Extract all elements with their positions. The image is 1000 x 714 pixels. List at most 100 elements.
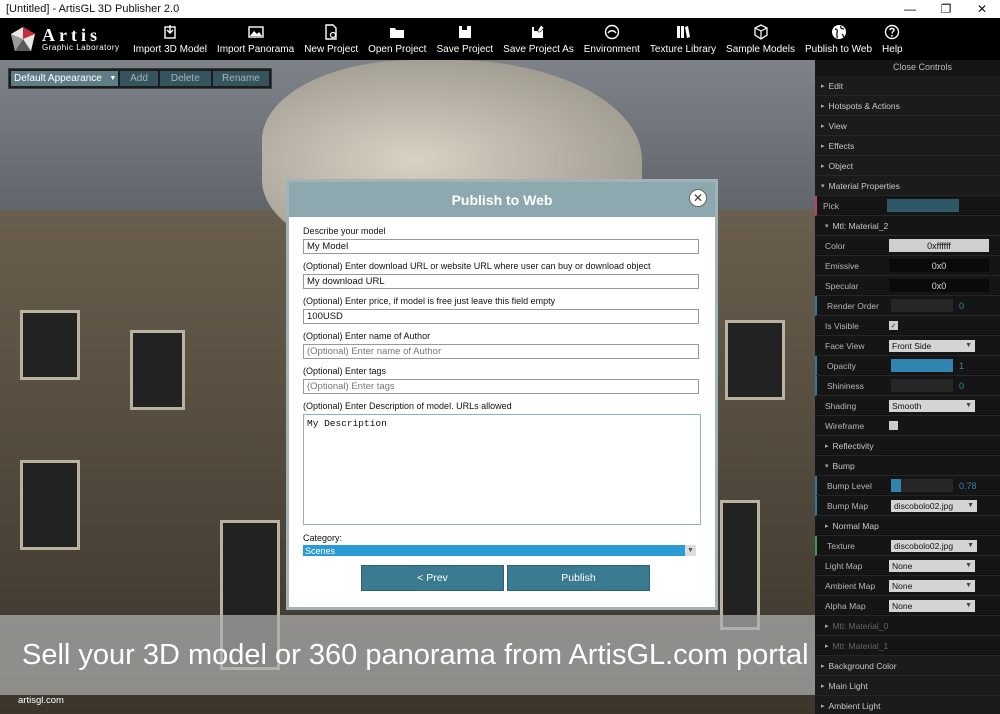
open-project-button[interactable]: Open Project	[363, 18, 431, 60]
import-panorama-icon	[247, 26, 264, 38]
close-icon[interactable]: ✕	[689, 189, 707, 207]
publish-dialog: Publish to Web ✕ Describe your model (Op…	[286, 179, 718, 610]
material-1-header[interactable]: ▸ Mtl: Material_1	[815, 636, 1000, 656]
bump-level-row: Bump Level 0.78	[815, 476, 1000, 496]
section-object[interactable]: ▸ Object	[815, 156, 1000, 176]
pick-button[interactable]	[887, 199, 959, 212]
url-label: (Optional) Enter download URL or website…	[303, 261, 651, 271]
logo-name: Artis	[42, 25, 101, 45]
url-input[interactable]	[303, 274, 699, 289]
save-project-button[interactable]: Save Project	[431, 18, 498, 60]
reflectivity-header[interactable]: ▸ Reflectivity	[815, 436, 1000, 456]
alpha-map-row: Alpha Map None ▼	[815, 596, 1000, 616]
publish-to-web-button[interactable]: Publish to Web	[800, 18, 877, 60]
logo-tagline: Graphic Laboratory	[42, 43, 120, 52]
shininess-row: Shininess 0	[815, 376, 1000, 396]
section-hotspots[interactable]: ▸ Hotspots & Actions	[815, 96, 1000, 116]
bump-map-select[interactable]: discobolo02.jpg ▼	[891, 499, 977, 512]
add-appearance-button[interactable]: Add	[120, 71, 158, 86]
wireframe-checkbox[interactable]	[889, 421, 898, 430]
artis-logo: Artis Graphic Laboratory	[0, 18, 128, 60]
close-controls-button[interactable]: Close Controls	[815, 60, 1000, 76]
chevron-down-icon: ▼	[965, 402, 972, 409]
footer-link[interactable]: artisgl.com	[18, 695, 64, 706]
maximize-button[interactable]: ❐	[928, 0, 964, 18]
section-edit[interactable]: ▸ Edit	[815, 76, 1000, 96]
category-select[interactable]: Scenes ▼	[303, 545, 696, 556]
new-project-button[interactable]: New Project	[299, 18, 363, 60]
dialog-title: Publish to Web	[451, 191, 553, 208]
appearance-select[interactable]: Default Appearance ▼	[11, 71, 119, 86]
price-label: (Optional) Enter price, if model is free…	[303, 296, 556, 306]
face-view-select[interactable]: Front Side ▼	[889, 339, 975, 352]
section-effects[interactable]: ▸ Effects	[815, 136, 1000, 156]
rename-appearance-button[interactable]: Rename	[212, 71, 269, 86]
section-main-light[interactable]: ▸ Main Light	[815, 676, 1000, 696]
section-view[interactable]: ▸ View	[815, 116, 1000, 136]
close-window-button[interactable]: ✕	[964, 0, 1000, 18]
title-bar: [Untitled] - ArtisGL 3D Publisher 2.0 — …	[0, 0, 1000, 18]
texture-library-button[interactable]: Texture Library	[645, 18, 721, 60]
help-button[interactable]: Help	[877, 18, 908, 60]
chevron-down-icon: ▼	[965, 342, 972, 349]
import-panorama-button[interactable]: Import Panorama	[212, 18, 299, 60]
shading-row: Shading Smooth ▼	[815, 396, 1000, 416]
shininess-slider[interactable]: 0	[891, 379, 964, 392]
wireframe-row: Wireframe	[815, 416, 1000, 436]
tags-input[interactable]	[303, 379, 699, 394]
bump-map-row: Bump Map discobolo02.jpg ▼	[815, 496, 1000, 516]
render-order-input[interactable]: 0	[891, 299, 964, 312]
help-icon	[885, 24, 900, 40]
minimize-button[interactable]: —	[892, 0, 928, 18]
section-material[interactable]: ▾ Material Properties	[815, 176, 1000, 196]
normal-map-header[interactable]: ▸ Normal Map	[815, 516, 1000, 536]
author-label: (Optional) Enter name of Author	[303, 331, 431, 341]
save-project-as-button[interactable]: Save Project As	[498, 18, 579, 60]
shading-select[interactable]: Smooth ▼	[889, 399, 975, 412]
delete-appearance-button[interactable]: Delete	[159, 71, 211, 86]
chevron-down-icon: ▼	[965, 602, 972, 609]
emissive-row: Emissive 0x0	[815, 256, 1000, 276]
section-background-color[interactable]: ▸ Background Color	[815, 656, 1000, 676]
material-2-header[interactable]: ▾ Mtl: Material_2	[815, 216, 1000, 236]
new-project-icon	[325, 24, 337, 40]
bump-header[interactable]: ▾ Bump	[815, 456, 1000, 476]
description-textarea[interactable]: My Description	[303, 414, 701, 525]
color-row: Color 0xffffff	[815, 236, 1000, 256]
category-label: Category:	[303, 533, 343, 543]
author-input[interactable]	[303, 344, 699, 359]
sample-models-button[interactable]: Sample Models	[721, 18, 800, 60]
describe-input[interactable]	[303, 239, 699, 254]
opacity-slider[interactable]: 1	[891, 359, 964, 372]
emissive-value[interactable]: 0x0	[889, 259, 989, 272]
import-model-icon	[164, 25, 176, 39]
dialog-buttons: < Prev Publish	[361, 565, 650, 591]
texture-row: Texture discobolo02.jpg ▼	[815, 536, 1000, 556]
import-3d-model-button[interactable]: Import 3D Model	[128, 18, 212, 60]
environment-icon	[604, 24, 620, 40]
appearance-bar: Default Appearance ▼ Add Delete Rename	[8, 68, 272, 89]
prev-button[interactable]: < Prev	[361, 565, 504, 591]
promo-banner: Sell your 3D model or 360 panorama from …	[0, 615, 815, 695]
environment-button[interactable]: Environment	[579, 18, 645, 60]
light-map-select[interactable]: None ▼	[889, 559, 975, 572]
pick-row: Pick	[815, 196, 1000, 216]
texture-select[interactable]: discobolo02.jpg ▼	[891, 539, 977, 552]
price-input[interactable]	[303, 309, 699, 324]
save-icon	[458, 26, 471, 38]
is-visible-checkbox[interactable]: ✓	[889, 321, 898, 330]
chevron-down-icon: ▼	[965, 582, 972, 589]
globe-icon	[831, 25, 846, 39]
ambient-map-select[interactable]: None ▼	[889, 579, 975, 592]
color-value[interactable]: 0xffffff	[889, 239, 989, 252]
alpha-map-select[interactable]: None ▼	[889, 599, 975, 612]
face-view-row: Face View Front Side ▼	[815, 336, 1000, 356]
describe-label: Describe your model	[303, 226, 386, 236]
section-ambient-light[interactable]: ▸ Ambient Light	[815, 696, 1000, 714]
material-0-header[interactable]: ▸ Mtl: Material_0	[815, 616, 1000, 636]
specular-value[interactable]: 0x0	[889, 279, 989, 292]
publish-button[interactable]: Publish	[507, 565, 650, 591]
dialog-form: Describe your model (Optional) Enter dow…	[303, 226, 703, 556]
chevron-down-icon: ▼	[685, 545, 696, 556]
bump-level-slider[interactable]: 0.78	[891, 479, 977, 492]
